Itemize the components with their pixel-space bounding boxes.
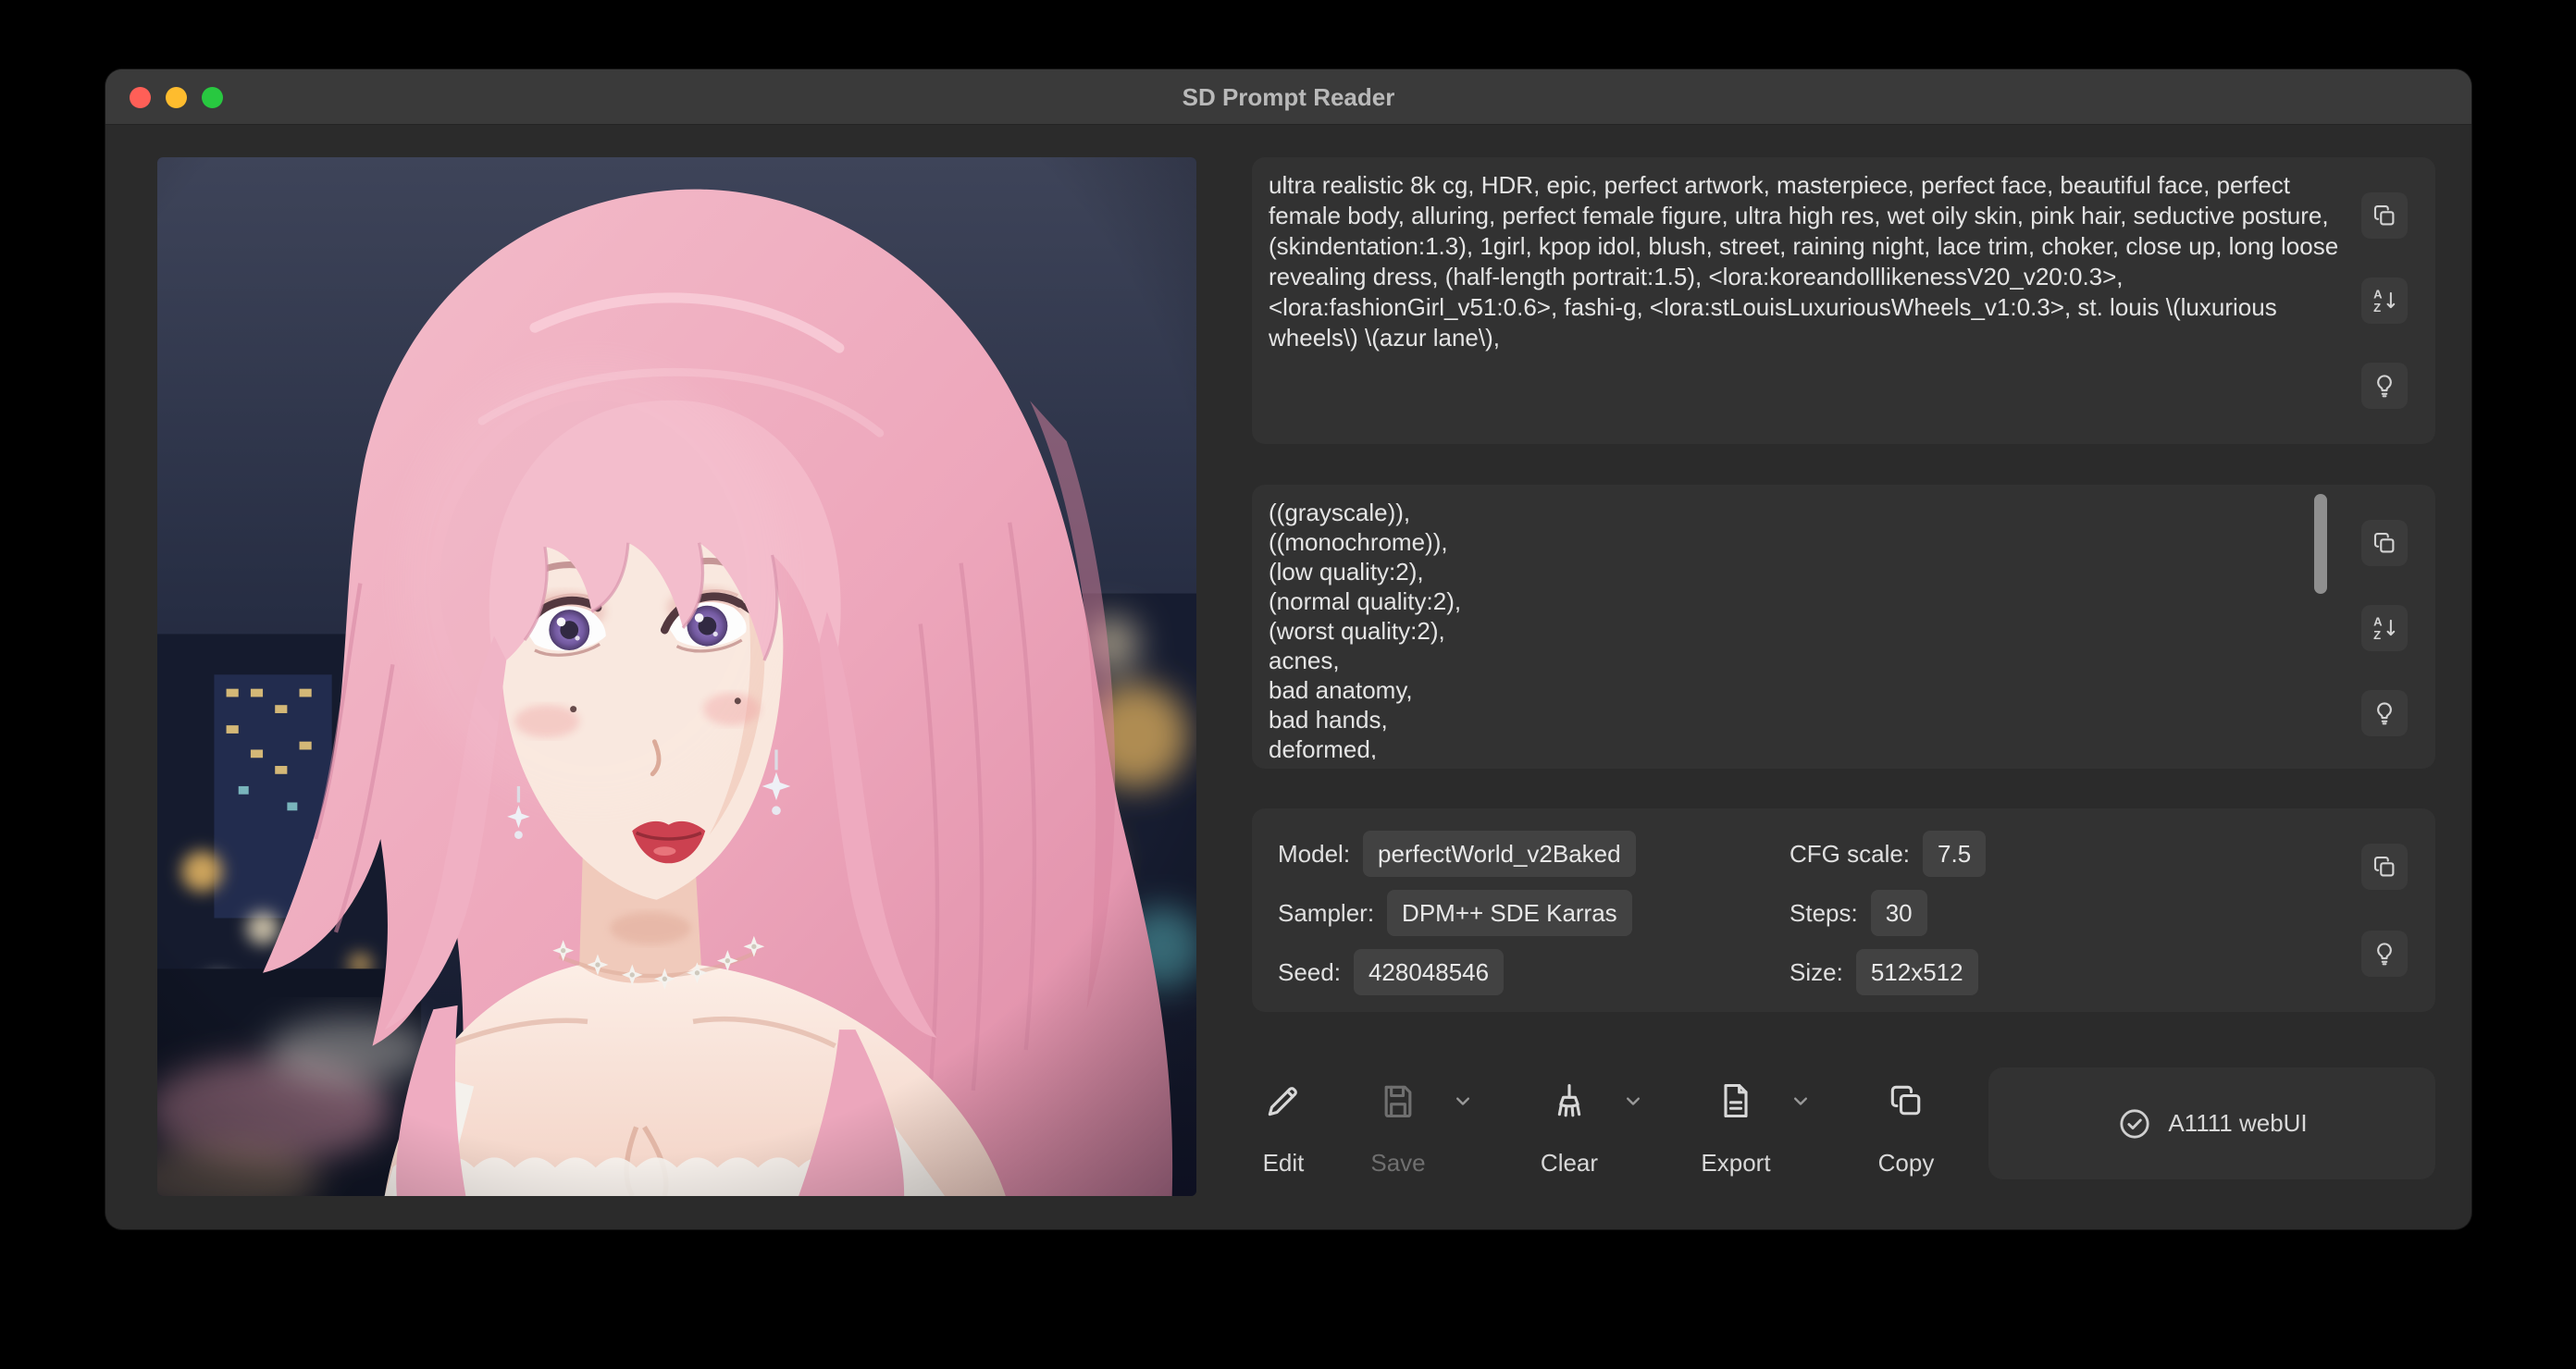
titlebar[interactable]: SD Prompt Reader	[105, 69, 2471, 125]
scrollbar-thumb[interactable]	[2314, 494, 2327, 594]
raw-view-negative-button[interactable]	[2361, 690, 2408, 736]
source-indicator[interactable]: A1111 webUI	[1988, 1067, 2435, 1179]
steps-value: 30	[1871, 890, 1927, 936]
param-row: Sampler: DPM++ SDE Karras Steps: 30	[1278, 890, 2347, 936]
negative-prompt-panel: ((grayscale)), ((monochrome)), (low qual…	[1252, 485, 2435, 769]
sampler-label: Sampler:	[1278, 899, 1374, 928]
param-row: Model: perfectWorld_v2Baked CFG scale: 7…	[1278, 831, 2347, 877]
positive-prompt-panel: ultra realistic 8k cg, HDR, epic, perfec…	[1252, 157, 2435, 444]
clear-button[interactable]: Clear	[1528, 1067, 1611, 1188]
lightbulb-icon	[2371, 940, 2398, 968]
cfg-label: CFG scale:	[1790, 840, 1910, 869]
size-value: 512x512	[1856, 949, 1978, 995]
copy-icon	[2371, 529, 2398, 557]
lightbulb-icon	[2371, 699, 2398, 727]
export-dropdown-chevron-icon[interactable]	[1788, 1088, 1814, 1114]
edit-button-label: Edit	[1242, 1149, 1325, 1178]
copy-positive-button[interactable]	[2361, 192, 2408, 239]
export-button-label: Export	[1694, 1149, 1777, 1178]
sort-positive-button[interactable]	[2361, 278, 2408, 324]
edit-button[interactable]: Edit	[1242, 1067, 1325, 1188]
parameters-grid: Model: perfectWorld_v2Baked CFG scale: 7…	[1278, 831, 2347, 995]
save-button[interactable]: Save	[1356, 1067, 1440, 1188]
copy-icon	[2371, 202, 2398, 229]
check-circle-icon	[2116, 1105, 2153, 1142]
copy-button-label: Copy	[1864, 1149, 1948, 1178]
export-file-icon	[1715, 1080, 1756, 1121]
sort-az-icon	[2371, 287, 2398, 314]
lightbulb-icon	[2371, 372, 2398, 400]
negative-prompt-text[interactable]: ((grayscale)), ((monochrome)), (low qual…	[1269, 498, 2347, 759]
save-icon	[1378, 1080, 1418, 1121]
model-label: Model:	[1278, 840, 1350, 869]
copy-button[interactable]: Copy	[1864, 1067, 1948, 1188]
model-value: perfectWorld_v2Baked	[1363, 831, 1636, 877]
seed-value: 428048546	[1354, 949, 1504, 995]
clear-dropdown-chevron-icon[interactable]	[1620, 1088, 1646, 1114]
pencil-icon	[1263, 1080, 1304, 1121]
steps-label: Steps:	[1790, 899, 1858, 928]
close-window-button[interactable]	[130, 87, 151, 108]
sampler-value: DPM++ SDE Karras	[1387, 890, 1632, 936]
size-label: Size:	[1790, 958, 1843, 987]
image-preview[interactable]	[157, 157, 1196, 1196]
sort-az-icon	[2371, 614, 2398, 642]
raw-view-positive-button[interactable]	[2361, 363, 2408, 409]
copy-icon	[1886, 1080, 1926, 1121]
zoom-window-button[interactable]	[202, 87, 223, 108]
save-dropdown-chevron-icon[interactable]	[1450, 1088, 1476, 1114]
sort-negative-button[interactable]	[2361, 605, 2408, 651]
minimize-window-button[interactable]	[166, 87, 187, 108]
cfg-value: 7.5	[1923, 831, 1986, 877]
broom-icon	[1549, 1080, 1590, 1121]
window-title: SD Prompt Reader	[105, 69, 2471, 125]
positive-prompt-text[interactable]: ultra realistic 8k cg, HDR, epic, perfec…	[1269, 170, 2347, 435]
toolbar: Edit Save Clear Export Copy	[1252, 1067, 2435, 1225]
param-row: Seed: 428048546 Size: 512x512	[1278, 949, 2347, 995]
copy-parameters-button[interactable]	[2361, 844, 2408, 890]
desktop-background: SD Prompt Reader	[0, 0, 2576, 1369]
copy-icon	[2371, 853, 2398, 881]
portrait-illustration	[157, 157, 1196, 1196]
app-window: SD Prompt Reader	[105, 69, 2471, 1229]
seed-label: Seed:	[1278, 958, 1341, 987]
traffic-lights	[130, 69, 223, 125]
save-button-label: Save	[1356, 1149, 1440, 1178]
source-indicator-label: A1111 webUI	[2168, 1109, 2307, 1138]
clear-button-label: Clear	[1528, 1149, 1611, 1178]
copy-negative-button[interactable]	[2361, 520, 2408, 566]
parameters-panel: Model: perfectWorld_v2Baked CFG scale: 7…	[1252, 808, 2435, 1012]
export-button[interactable]: Export	[1694, 1067, 1777, 1188]
raw-view-parameters-button[interactable]	[2361, 931, 2408, 977]
